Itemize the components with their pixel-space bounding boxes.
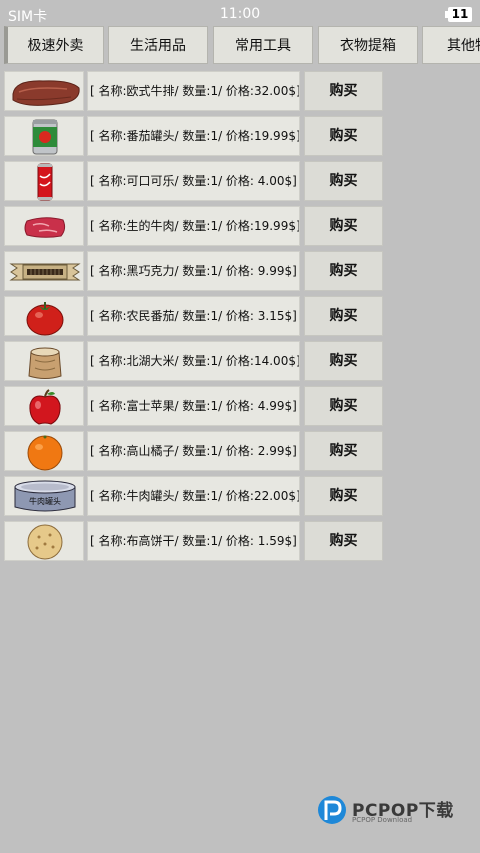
orange-icon [27,435,63,471]
beef-can-label: 牛肉罐头 [29,496,61,506]
status-bar: SIM卡 11:00 11 [0,0,480,28]
product-image [4,341,84,381]
product-info: [ 名称:欧式牛排/ 数量:1/ 价格:32.00$] [87,71,300,111]
product-image [4,431,84,471]
product-info: [ 名称:北湖大米/ 数量:1/ 价格:14.00$] [87,341,300,381]
tab-daily-goods[interactable]: 生活用品 [108,26,208,64]
watermark-subtitle: PCPOP Download [352,816,413,824]
buy-button[interactable]: 购买 [304,116,383,156]
product-info: [ 名称:高山橘子/ 数量:1/ 价格: 2.99$] [87,431,300,471]
product-info: [ 名称:牛肉罐头/ 数量:1/ 价格:22.00$] [87,476,300,516]
product-info: [ 名称:番茄罐头/ 数量:1/ 价格:19.99$] [87,116,300,156]
product-image [4,251,84,291]
tab-others[interactable]: 其他物 [422,26,480,64]
product-image [4,71,84,111]
buy-button[interactable]: 购买 [304,71,383,111]
product-image [4,206,84,246]
product-image [4,296,84,336]
tomato-can-icon [32,119,58,155]
raw-beef-icon [24,217,66,238]
product-image [4,386,84,426]
battery-icon: 11 [445,7,472,22]
buy-button[interactable]: 购买 [304,431,383,471]
tab-tools[interactable]: 常用工具 [213,26,313,64]
buy-button[interactable]: 购买 [304,296,383,336]
product-image [4,116,84,156]
buy-button[interactable]: 购买 [304,386,383,426]
chocolate-bar-icon [9,263,81,281]
tab-fast-delivery[interactable]: 极速外卖 [4,26,104,64]
buy-button[interactable]: 购买 [304,161,383,201]
product-info: [ 名称:生的牛肉/ 数量:1/ 价格:19.99$] [87,206,300,246]
pcpop-logo-icon [318,796,346,824]
clock: 11:00 [219,6,261,22]
product-info: [ 名称:可口可乐/ 数量:1/ 价格: 4.00$] [87,161,300,201]
product-info: [ 名称:农民番茄/ 数量:1/ 价格: 3.15$] [87,296,300,336]
product-image: 牛肉罐头 [4,476,84,516]
biscuit-icon [27,524,63,560]
buy-button[interactable]: 购买 [304,521,383,561]
buy-button[interactable]: 购买 [304,476,383,516]
tomato-icon [26,302,64,336]
buy-button[interactable]: 购买 [304,341,383,381]
tab-clothing[interactable]: 衣物提箱 [318,26,418,64]
product-image [4,161,84,201]
product-info: [ 名称:富士苹果/ 数量:1/ 价格: 4.99$] [87,386,300,426]
buy-button[interactable]: 购买 [304,206,383,246]
apple-icon [29,389,61,425]
product-info: [ 名称:黑巧克力/ 数量:1/ 价格: 9.99$] [87,251,300,291]
watermark: PCPOP下载 PCPOP Download [316,794,466,828]
category-tabs: 极速外卖 生活用品 常用工具 衣物提箱 其他物 [0,26,480,66]
steak-icon [12,80,80,106]
product-info: [ 名称:布高饼干/ 数量:1/ 价格: 1.59$] [87,521,300,561]
product-image [4,521,84,561]
buy-button[interactable]: 购买 [304,251,383,291]
beef-can-icon: 牛肉罐头 [14,480,76,512]
rice-sack-icon [28,347,62,379]
cola-can-icon [37,163,53,201]
